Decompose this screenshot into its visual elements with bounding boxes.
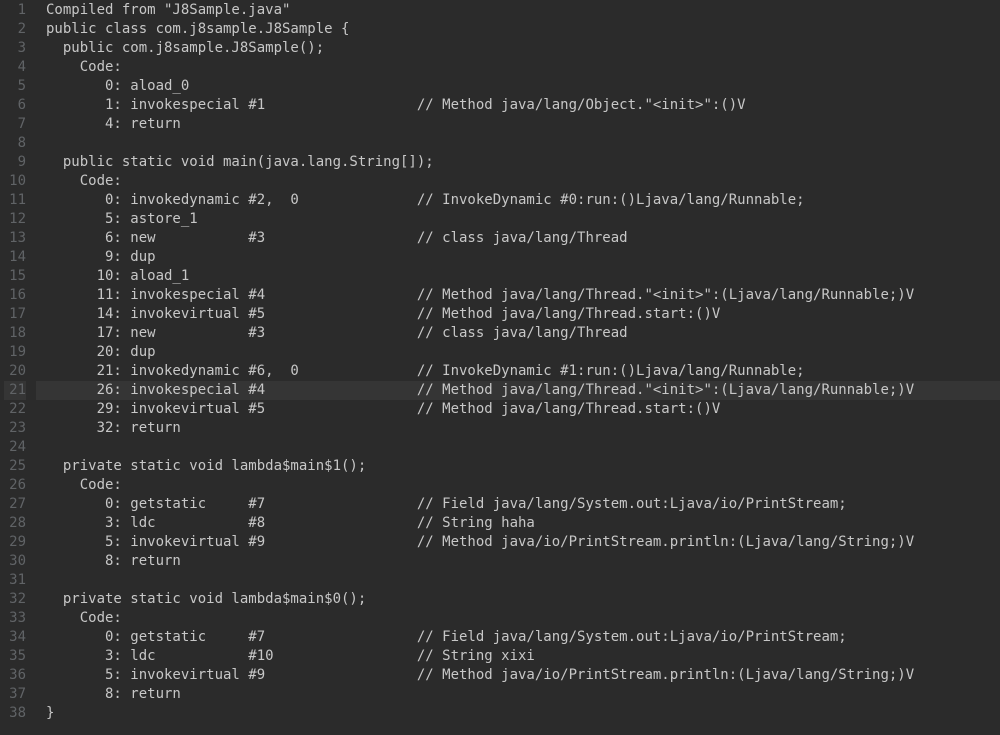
line-number: 33 — [4, 609, 26, 628]
code-line[interactable]: Code: — [36, 609, 1000, 628]
code-line[interactable]: 6: new #3 // class java/lang/Thread — [36, 229, 1000, 248]
code-line[interactable]: 0: getstatic #7 // Field java/lang/Syste… — [36, 628, 1000, 647]
code-line[interactable]: public com.j8sample.J8Sample(); — [36, 39, 1000, 58]
line-number: 23 — [4, 419, 26, 438]
code-content-area[interactable]: Compiled from "J8Sample.java"public clas… — [36, 0, 1000, 735]
code-line[interactable]: } — [36, 704, 1000, 723]
line-number: 3 — [4, 39, 26, 58]
code-line[interactable]: 8: return — [36, 552, 1000, 571]
line-number: 25 — [4, 457, 26, 476]
line-number: 4 — [4, 58, 26, 77]
code-line[interactable]: 5: astore_1 — [36, 210, 1000, 229]
code-line[interactable]: 0: invokedynamic #2, 0 // InvokeDynamic … — [36, 191, 1000, 210]
line-number: 18 — [4, 324, 26, 343]
code-line[interactable]: Code: — [36, 58, 1000, 77]
code-line[interactable]: 21: invokedynamic #6, 0 // InvokeDynamic… — [36, 362, 1000, 381]
line-number: 30 — [4, 552, 26, 571]
line-number: 28 — [4, 514, 26, 533]
line-number: 14 — [4, 248, 26, 267]
code-editor[interactable]: 1234567891011121314151617181920212223242… — [0, 0, 1000, 735]
code-line[interactable]: public static void main(java.lang.String… — [36, 153, 1000, 172]
line-number: 34 — [4, 628, 26, 647]
code-line[interactable]: private static void lambda$main$1(); — [36, 457, 1000, 476]
line-number: 38 — [4, 704, 26, 723]
code-line[interactable]: 1: invokespecial #1 // Method java/lang/… — [36, 96, 1000, 115]
code-line[interactable]: Compiled from "J8Sample.java" — [36, 1, 1000, 20]
line-number-gutter: 1234567891011121314151617181920212223242… — [0, 0, 36, 735]
code-line[interactable]: 0: getstatic #7 // Field java/lang/Syste… — [36, 495, 1000, 514]
line-number: 10 — [4, 172, 26, 191]
code-line[interactable]: 29: invokevirtual #5 // Method java/lang… — [36, 400, 1000, 419]
line-number: 22 — [4, 400, 26, 419]
code-line[interactable]: 8: return — [36, 685, 1000, 704]
code-line[interactable]: private static void lambda$main$0(); — [36, 590, 1000, 609]
code-line[interactable]: 14: invokevirtual #5 // Method java/lang… — [36, 305, 1000, 324]
line-number: 9 — [4, 153, 26, 172]
code-line[interactable]: 4: return — [36, 115, 1000, 134]
code-line[interactable]: 26: invokespecial #4 // Method java/lang… — [36, 381, 1000, 400]
code-line[interactable]: 10: aload_1 — [36, 267, 1000, 286]
line-number: 16 — [4, 286, 26, 305]
line-number: 32 — [4, 590, 26, 609]
line-number: 24 — [4, 438, 26, 457]
line-number: 27 — [4, 495, 26, 514]
line-number: 35 — [4, 647, 26, 666]
line-number: 37 — [4, 685, 26, 704]
line-number: 31 — [4, 571, 26, 590]
code-line[interactable]: 3: ldc #10 // String xixi — [36, 647, 1000, 666]
code-line[interactable]: 3: ldc #8 // String haha — [36, 514, 1000, 533]
line-number: 36 — [4, 666, 26, 685]
code-line[interactable]: 5: invokevirtual #9 // Method java/io/Pr… — [36, 666, 1000, 685]
line-number: 1 — [4, 1, 26, 20]
code-line[interactable]: 17: new #3 // class java/lang/Thread — [36, 324, 1000, 343]
line-number: 19 — [4, 343, 26, 362]
code-line[interactable]: 9: dup — [36, 248, 1000, 267]
code-line[interactable]: 5: invokevirtual #9 // Method java/io/Pr… — [36, 533, 1000, 552]
code-line[interactable]: Code: — [36, 172, 1000, 191]
code-line[interactable]: Code: — [36, 476, 1000, 495]
line-number: 11 — [4, 191, 26, 210]
line-number: 6 — [4, 96, 26, 115]
line-number: 5 — [4, 77, 26, 96]
code-line[interactable]: 20: dup — [36, 343, 1000, 362]
line-number: 26 — [4, 476, 26, 495]
code-line[interactable] — [36, 134, 1000, 153]
line-number: 13 — [4, 229, 26, 248]
code-line[interactable]: public class com.j8sample.J8Sample { — [36, 20, 1000, 39]
line-number: 15 — [4, 267, 26, 286]
line-number: 17 — [4, 305, 26, 324]
line-number: 8 — [4, 134, 26, 153]
line-number: 20 — [4, 362, 26, 381]
code-line[interactable]: 0: aload_0 — [36, 77, 1000, 96]
code-line[interactable] — [36, 438, 1000, 457]
line-number: 7 — [4, 115, 26, 134]
line-number: 2 — [4, 20, 26, 39]
code-line[interactable] — [36, 571, 1000, 590]
line-number: 29 — [4, 533, 26, 552]
code-line[interactable]: 11: invokespecial #4 // Method java/lang… — [36, 286, 1000, 305]
line-number: 21 — [4, 381, 26, 400]
code-line[interactable]: 32: return — [36, 419, 1000, 438]
line-number: 12 — [4, 210, 26, 229]
